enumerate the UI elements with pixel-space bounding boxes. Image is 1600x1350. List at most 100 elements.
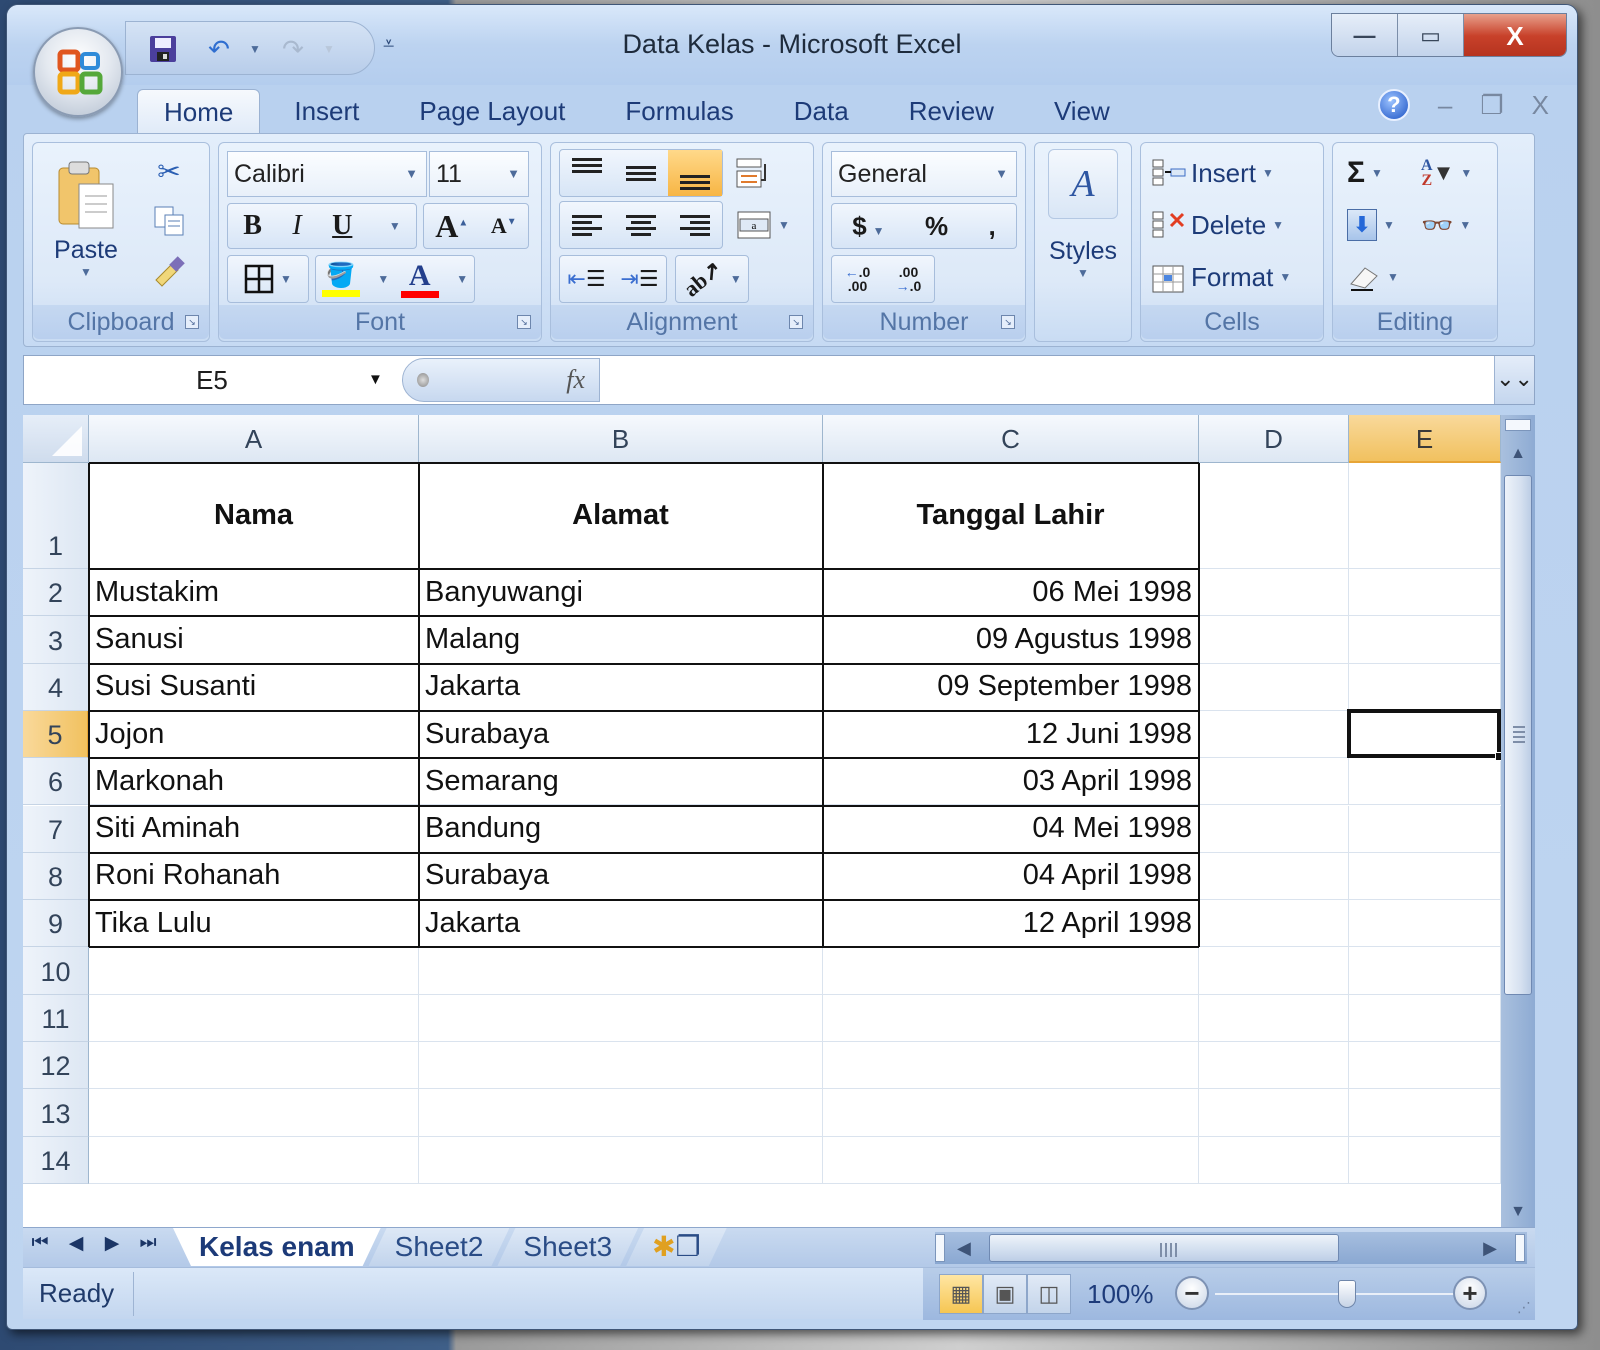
number-dialog-launcher[interactable]: ↘: [1001, 315, 1015, 329]
cell-D5[interactable]: [1199, 710, 1349, 759]
cell-C10[interactable]: [823, 947, 1199, 995]
underline-dropdown[interactable]: ▼: [389, 219, 401, 233]
redo-button[interactable]: ↷: [276, 32, 310, 66]
resize-grip-icon[interactable]: ⋰: [1517, 1299, 1531, 1316]
workbook-close-icon[interactable]: X: [1532, 90, 1549, 121]
middle-align-button[interactable]: [614, 150, 668, 196]
increase-decimal-button[interactable]: ←.0.00: [845, 265, 871, 293]
cell-B10[interactable]: [419, 947, 823, 995]
number-format-select[interactable]: General ▼: [831, 151, 1017, 197]
cell-A12[interactable]: [89, 1042, 419, 1090]
cell-E2[interactable]: [1349, 569, 1501, 617]
sheet-tab-kelas-enam[interactable]: Kelas enam: [173, 1228, 381, 1266]
alignment-dialog-launcher[interactable]: ↘: [789, 315, 803, 329]
orientation-button[interactable]: ab↗ ▼: [675, 255, 749, 303]
row-header-7[interactable]: 7: [23, 805, 89, 853]
cell-B11[interactable]: [419, 994, 823, 1042]
table-cell[interactable]: Semarang: [419, 758, 823, 806]
table-header-cell[interactable]: Tanggal Lahir: [823, 463, 1199, 569]
close-button[interactable]: X: [1464, 14, 1566, 56]
fill-button[interactable]: ⬇ ▼: [1347, 205, 1395, 245]
row-header-12[interactable]: 12: [23, 1042, 89, 1090]
row-header-14[interactable]: 14: [23, 1136, 89, 1184]
horizontal-split-handle-right[interactable]: [1515, 1234, 1525, 1262]
sort-filter-button[interactable]: AZ ▼ ▼: [1421, 153, 1472, 193]
clipboard-dialog-launcher[interactable]: ↘: [185, 315, 199, 329]
font-name-select[interactable]: Calibri ▼: [227, 151, 427, 197]
workbook-minimize-icon[interactable]: –: [1438, 90, 1452, 121]
minimize-button[interactable]: —: [1332, 14, 1398, 56]
percent-button[interactable]: %: [925, 211, 948, 242]
column-header-a[interactable]: A: [89, 415, 419, 463]
normal-view-button[interactable]: ▦: [939, 1274, 983, 1314]
expand-formula-bar-button[interactable]: ⌄⌄: [1494, 356, 1534, 404]
column-header-c[interactable]: C: [823, 415, 1199, 463]
bold-button[interactable]: B: [243, 210, 262, 242]
cell-D11[interactable]: [1199, 994, 1349, 1042]
align-center-button[interactable]: [626, 214, 656, 236]
table-cell[interactable]: 09 Agustus 1998: [823, 616, 1199, 664]
cell-E3[interactable]: [1349, 616, 1501, 664]
font-size-select[interactable]: 11 ▼: [429, 151, 529, 197]
next-sheet-button[interactable]: ▶: [101, 1232, 123, 1255]
scroll-down-button[interactable]: ▼: [1501, 1199, 1535, 1225]
column-header-b[interactable]: B: [419, 415, 823, 463]
vertical-scroll-thumb[interactable]: [1504, 475, 1532, 995]
cell-C12[interactable]: [823, 1042, 1199, 1090]
cell-E5[interactable]: [1349, 710, 1501, 759]
shrink-font-button[interactable]: A▼: [491, 213, 517, 239]
cell-D13[interactable]: [1199, 1089, 1349, 1137]
comma-button[interactable]: ,: [989, 211, 996, 242]
row-header-11[interactable]: 11: [23, 994, 89, 1042]
cell-A11[interactable]: [89, 994, 419, 1042]
name-box-dropdown-icon[interactable]: ▼: [368, 356, 383, 404]
row-header-13[interactable]: 13: [23, 1089, 89, 1137]
copy-button[interactable]: [149, 201, 189, 241]
table-cell[interactable]: Mustakim: [89, 569, 419, 617]
table-cell[interactable]: 06 Mei 1998: [823, 569, 1199, 617]
table-cell[interactable]: Jakarta: [419, 900, 823, 948]
table-cell[interactable]: Markonah: [89, 758, 419, 806]
cell-D9[interactable]: [1199, 900, 1349, 948]
insert-sheet-button[interactable]: ✱❐: [626, 1228, 727, 1266]
cell-E13[interactable]: [1349, 1089, 1501, 1137]
table-cell[interactable]: 04 April 1998: [823, 852, 1199, 901]
scroll-right-button[interactable]: ▶: [1483, 1232, 1497, 1264]
cell-A14[interactable]: [89, 1136, 419, 1184]
tab-insert[interactable]: Insert: [268, 89, 385, 135]
column-header-d[interactable]: D: [1199, 415, 1349, 463]
cut-button[interactable]: ✂: [149, 151, 189, 191]
currency-button[interactable]: $ ▼: [852, 211, 884, 242]
font-color-button[interactable]: A: [400, 260, 439, 298]
row-header-2[interactable]: 2: [23, 569, 89, 617]
cell-B13[interactable]: [419, 1089, 823, 1137]
cell-D10[interactable]: [1199, 947, 1349, 995]
table-cell[interactable]: Malang: [419, 616, 823, 664]
borders-button[interactable]: ▼: [227, 255, 309, 303]
table-cell[interactable]: Bandung: [419, 805, 823, 853]
table-cell[interactable]: Susi Susanti: [89, 663, 419, 711]
zoom-slider-thumb[interactable]: [1338, 1280, 1356, 1308]
sheet-tab-sheet3[interactable]: Sheet3: [497, 1228, 638, 1266]
decrease-indent-button[interactable]: ⇤☰: [567, 266, 605, 292]
redo-dropdown[interactable]: ▼: [312, 32, 346, 66]
cell-C11[interactable]: [823, 994, 1199, 1042]
clear-button[interactable]: ▼: [1347, 257, 1399, 297]
cell-D8[interactable]: [1199, 852, 1349, 901]
row-header-10[interactable]: 10: [23, 947, 89, 995]
cell-D14[interactable]: [1199, 1136, 1349, 1184]
autosum-button[interactable]: Σ ▼: [1347, 153, 1383, 193]
tab-review[interactable]: Review: [883, 89, 1020, 135]
undo-dropdown[interactable]: ▼: [238, 32, 272, 66]
format-painter-button[interactable]: [149, 251, 189, 291]
delete-cells-button[interactable]: Delete ▼: [1151, 205, 1284, 245]
first-sheet-button[interactable]: ⏮: [29, 1232, 51, 1255]
row-header-8[interactable]: 8: [23, 852, 89, 901]
office-button[interactable]: [33, 27, 123, 117]
format-cells-button[interactable]: Format ▼: [1151, 257, 1291, 297]
cell-A13[interactable]: [89, 1089, 419, 1137]
cell-D2[interactable]: [1199, 569, 1349, 617]
row-header-3[interactable]: 3: [23, 616, 89, 664]
find-select-button[interactable]: 👓 ▼: [1421, 205, 1471, 245]
last-sheet-button[interactable]: ⏭: [137, 1232, 159, 1255]
